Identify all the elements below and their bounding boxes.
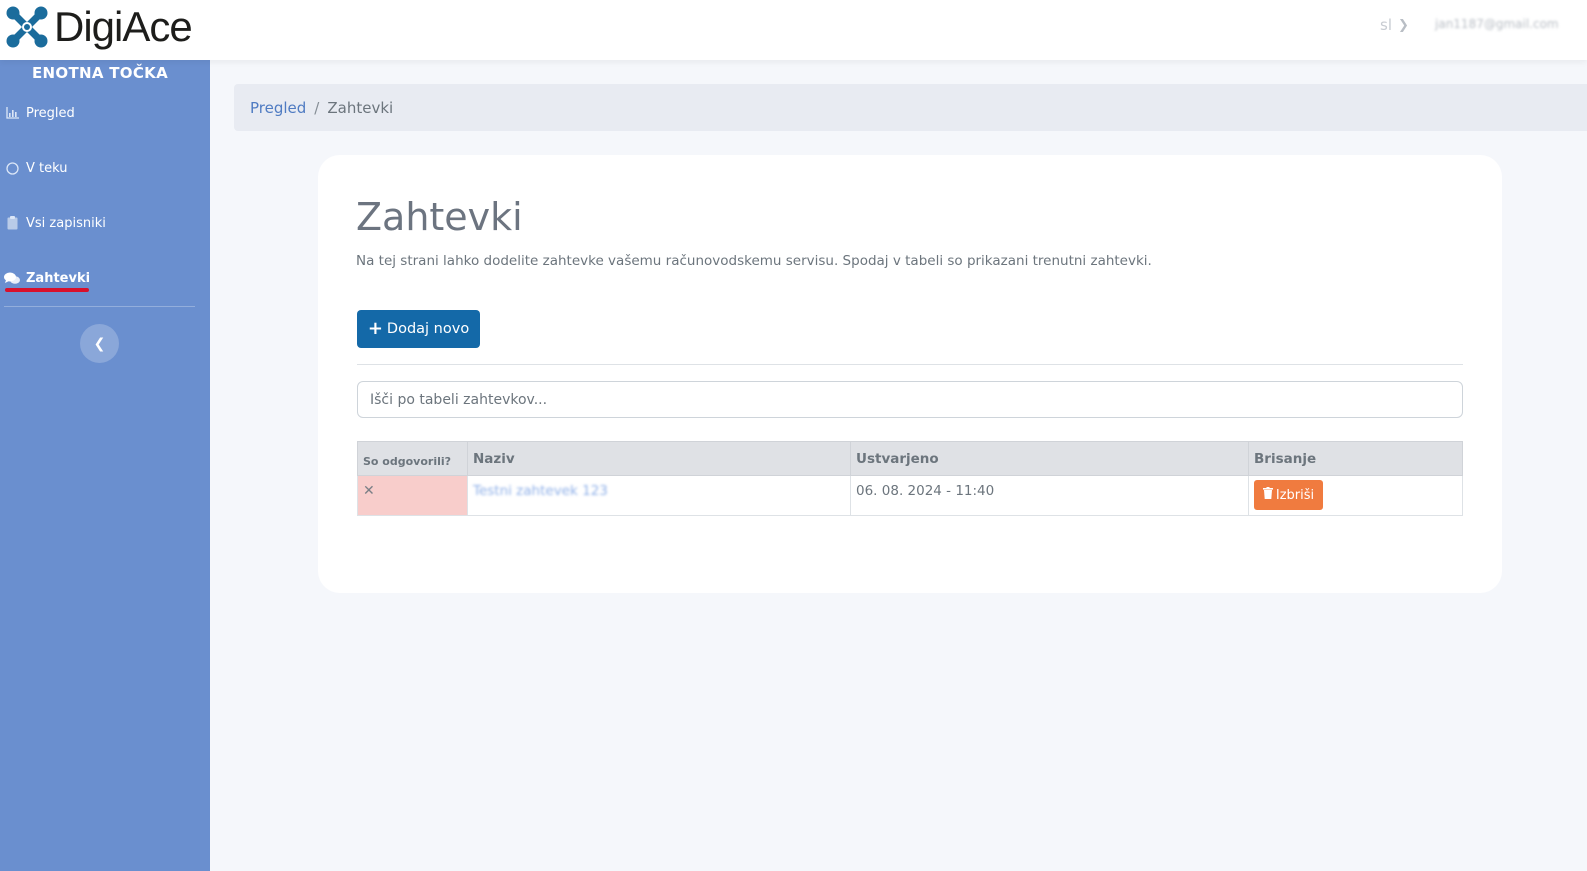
main-card: Zahtevki Na tej strani lahko dodelite za…	[318, 155, 1502, 593]
sidebar-title: ENOTNA TOČKA	[32, 64, 168, 82]
answered-status-cell: ✕	[357, 475, 468, 516]
chevron-right-icon: ❯	[1397, 17, 1409, 33]
table-row: ✕ Testni zahtevek 123 06. 08. 2024 - 11:…	[357, 475, 1463, 516]
sidebar: ENOTNA TOČKA Pregled V teku Vsi zapisnik…	[0, 60, 210, 871]
sidebar-item-label: Vsi zapisniki	[26, 215, 106, 231]
requests-table: So odgovorili? Naziv Ustvarjeno Brisanje…	[357, 441, 1463, 516]
sidebar-divider	[4, 306, 195, 307]
language-label: sl	[1380, 16, 1392, 34]
breadcrumb-current: Zahtevki	[327, 98, 394, 117]
active-underline	[5, 288, 89, 292]
logo-text: DigiAce	[54, 3, 193, 50]
plus-icon: +	[367, 318, 383, 339]
sidebar-item-v-teku[interactable]: V teku	[4, 160, 68, 176]
user-email[interactable]: jan1187@gmail.com	[1435, 17, 1559, 31]
divider	[357, 364, 1463, 365]
page-description: Na tej strani lahko dodelite zahtevke va…	[356, 253, 1152, 269]
language-selector[interactable]: sl ❯	[1380, 16, 1409, 34]
chevron-left-icon: ❮	[93, 335, 106, 352]
sidebar-item-zahtevki[interactable]: Zahtevki	[4, 270, 90, 286]
sidebar-item-label: Pregled	[26, 105, 75, 121]
column-header-delete: Brisanje	[1248, 441, 1463, 476]
delete-label: Izbriši	[1275, 487, 1315, 503]
sidebar-item-label: V teku	[26, 160, 68, 176]
breadcrumb-separator: /	[314, 98, 320, 117]
delete-button[interactable]: Izbriši	[1254, 480, 1323, 510]
breadcrumb-home-link[interactable]: Pregled	[250, 99, 306, 117]
logo[interactable]: DigiAce	[4, 3, 193, 50]
x-icon: ✕	[363, 483, 375, 499]
sidebar-item-vsi-zapisniki[interactable]: Vsi zapisniki	[4, 215, 106, 231]
column-header-created[interactable]: Ustvarjeno	[850, 441, 1249, 476]
digiace-logo-icon	[6, 6, 48, 48]
column-header-answered[interactable]: So odgovorili?	[357, 441, 468, 476]
search-input[interactable]	[357, 381, 1463, 418]
top-bar: DigiAce sl ❯ jan1187@gmail.com	[0, 0, 1587, 60]
sidebar-item-pregled[interactable]: Pregled	[4, 105, 75, 121]
sidebar-item-label: Zahtevki	[26, 270, 91, 286]
comments-icon	[4, 270, 20, 286]
table-header-row: So odgovorili? Naziv Ustvarjeno Brisanje	[357, 441, 1463, 476]
circle-icon	[4, 160, 20, 176]
clipboard-icon	[4, 215, 20, 231]
breadcrumb: Pregled / Zahtevki	[234, 84, 1587, 131]
created-date-cell: 06. 08. 2024 - 11:40	[850, 475, 1249, 516]
chart-icon	[4, 105, 20, 121]
sidebar-collapse-button[interactable]: ❮	[80, 324, 119, 363]
add-new-button[interactable]: + Dodaj novo	[357, 310, 480, 348]
add-new-label: Dodaj novo	[386, 321, 470, 337]
request-name-link[interactable]: Testni zahtevek 123	[467, 475, 851, 516]
column-header-name[interactable]: Naziv	[467, 441, 851, 476]
page-title: Zahtevki	[356, 195, 523, 239]
trash-icon	[1262, 487, 1273, 503]
delete-cell: Izbriši	[1248, 475, 1463, 516]
